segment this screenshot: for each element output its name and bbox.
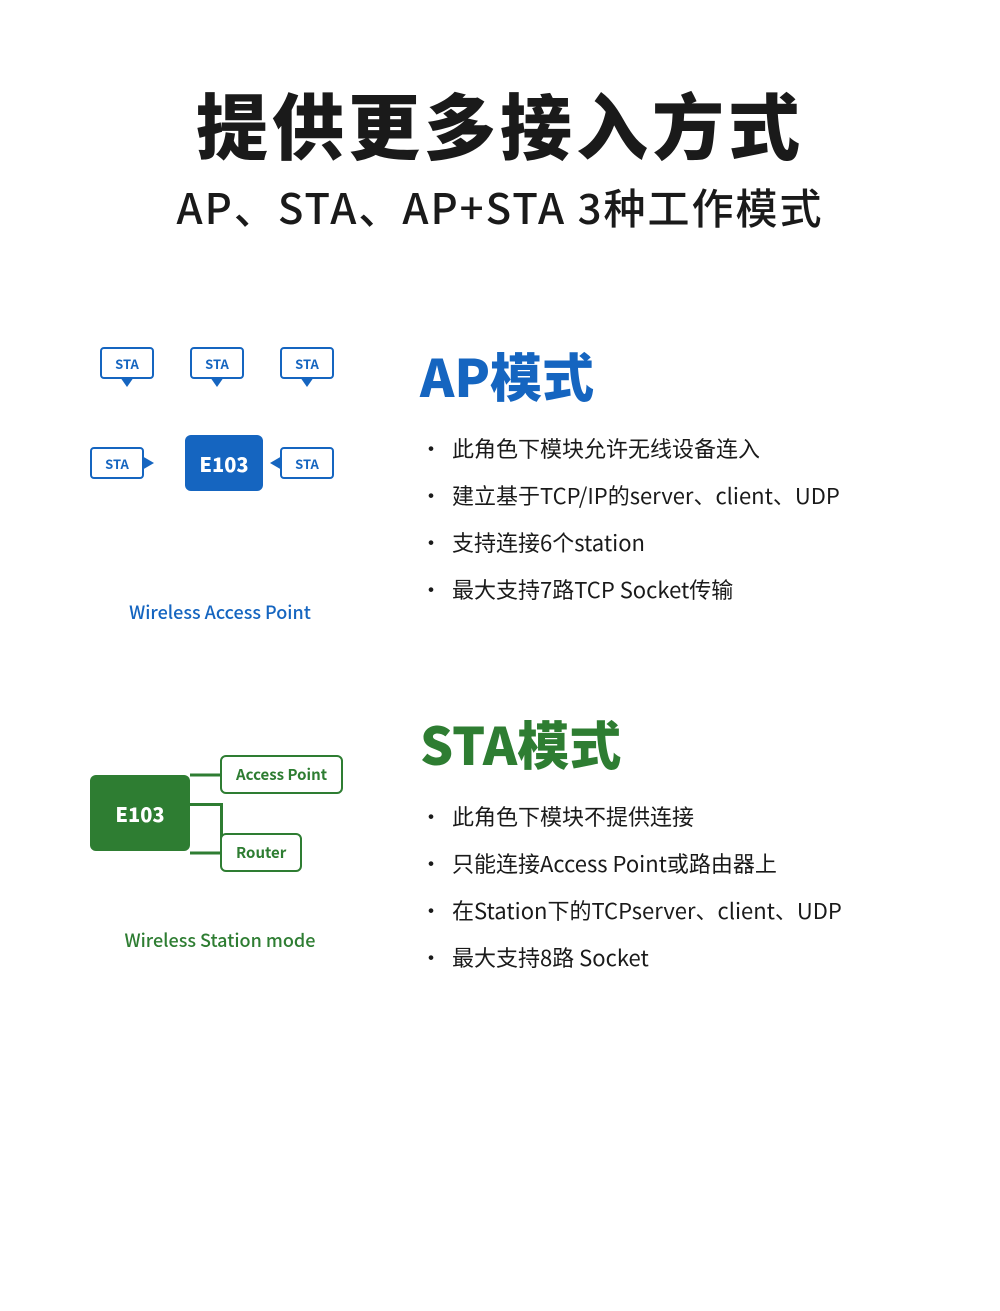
subtitle: AP、STA、AP+STA 3种工作模式 [60,176,940,237]
sta-box-top-right: STA [280,347,334,379]
ap-bullet-4: 最大支持7路TCP Socket传输 [420,573,940,606]
header-section: 提供更多接入方式 AP、STA、AP+STA 3种工作模式 [60,40,940,257]
ap-diagram-label: Wireless Access Point [129,599,311,625]
page-container: 提供更多接入方式 AP、STA、AP+STA 3种工作模式 STA STA [0,0,1000,1048]
access-point-box: Access Point [220,755,343,794]
sta-diagram-label: Wireless Station mode [125,927,316,953]
sta-bullet-4: 最大支持8路 Socket [420,941,940,974]
ap-bullet-1: 此角色下模块允许无线设备连入 [420,432,940,465]
ap-mode-section: STA STA STA [60,317,940,645]
sta-box-top-center: STA [190,347,244,379]
ap-mode-title: AP模式 [420,337,940,412]
ap-bullet-2: 建立基于TCP/IP的server、client、UDP [420,479,940,512]
ap-bullet-list: 此角色下模块允许无线设备连入 建立基于TCP/IP的server、client、… [420,432,940,606]
sta-content-area: STA模式 此角色下模块不提供连接 只能连接Access Point或路由器上 … [380,705,940,988]
sta-bullet-1: 此角色下模块不提供连接 [420,800,940,833]
e103-sta-box: E103 [90,775,190,851]
sta-mode-title: STA模式 [420,705,940,780]
sta-box-mid-left: STA [90,447,144,479]
router-box: Router [220,833,302,872]
ap-bullet-3: 支持连接6个station [420,526,940,559]
ap-diagram-area: STA STA STA [60,337,380,625]
ap-content-area: AP模式 此角色下模块允许无线设备连入 建立基于TCP/IP的server、cl… [380,337,940,620]
sta-box-mid-right: STA [280,447,334,479]
sta-mode-section: E103 Access Point [60,685,940,1008]
sta-box-top-left: STA [100,347,154,379]
e103-ap-box: E103 [185,435,263,491]
main-title: 提供更多接入方式 [60,80,940,166]
sta-bullet-list: 此角色下模块不提供连接 只能连接Access Point或路由器上 在Stati… [420,800,940,974]
sta-diagram-area: E103 Access Point [60,705,380,953]
ap-diagram: STA STA STA [80,347,360,587]
sta-bullet-2: 只能连接Access Point或路由器上 [420,847,940,880]
connect-line-h [190,803,220,806]
sta-diagram: E103 Access Point [80,715,360,915]
sta-bullet-3: 在Station下的TCPserver、client、UDP [420,894,940,927]
